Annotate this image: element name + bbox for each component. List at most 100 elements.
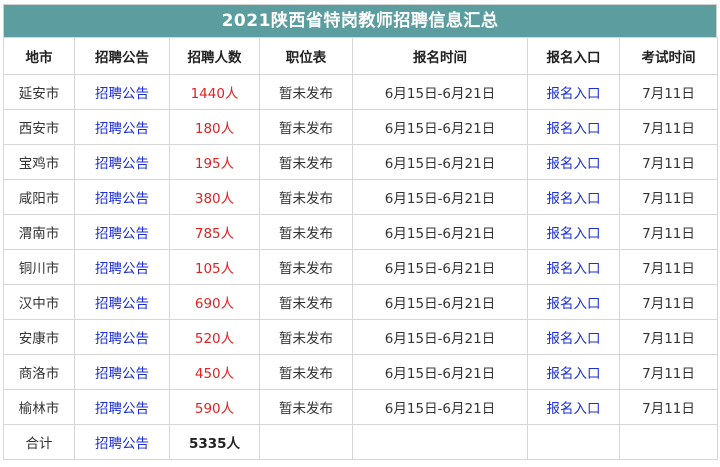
notice-link[interactable]: 招聘公告 (95, 261, 149, 277)
header-reg-time: 报名时间 (352, 37, 528, 75)
total-row: 合计 招聘公告 5335人 (3, 424, 718, 460)
reg-entry-link[interactable]: 报名入口 (547, 296, 601, 312)
count-cell: 1440人 (169, 74, 260, 110)
city-cell: 铜川市 (3, 249, 75, 285)
recruitment-summary: 2021陕西省特岗教师招聘信息汇总 地市 招聘公告 招聘人数 职位表 报名时间 … (3, 4, 718, 460)
notice-link[interactable]: 招聘公告 (95, 86, 149, 102)
notice-link[interactable]: 招聘公告 (95, 191, 149, 207)
empty-cell (527, 424, 620, 460)
reg-entry-cell: 报名入口 (527, 249, 620, 285)
city-cell: 榆林市 (3, 389, 75, 425)
notice-cell: 招聘公告 (74, 179, 170, 215)
exam-time-cell: 7月11日 (619, 109, 718, 145)
city-cell: 西安市 (3, 109, 75, 145)
header-row: 地市 招聘公告 招聘人数 职位表 报名时间 报名入口 考试时间 (3, 37, 718, 75)
notice-cell: 招聘公告 (74, 109, 170, 145)
table-row: 延安市 招聘公告 1440人 暂未发布 6月15日-6月21日 报名入口 7月1… (3, 74, 718, 110)
exam-time-cell: 7月11日 (619, 214, 718, 250)
count-cell: 380人 (169, 179, 260, 215)
reg-entry-link[interactable]: 报名入口 (547, 366, 601, 382)
table-row: 榆林市 招聘公告 590人 暂未发布 6月15日-6月21日 报名入口 7月11… (3, 389, 718, 425)
city-cell: 汉中市 (3, 284, 75, 320)
total-notice-cell: 招聘公告 (74, 424, 170, 460)
positions-cell: 暂未发布 (259, 144, 353, 180)
city-cell: 安康市 (3, 319, 75, 355)
reg-time-cell: 6月15日-6月21日 (352, 284, 528, 320)
positions-cell: 暂未发布 (259, 249, 353, 285)
table-row: 渭南市 招聘公告 785人 暂未发布 6月15日-6月21日 报名入口 7月11… (3, 214, 718, 250)
reg-entry-cell: 报名入口 (527, 389, 620, 425)
reg-entry-link[interactable]: 报名入口 (547, 401, 601, 417)
count-cell: 590人 (169, 389, 260, 425)
notice-cell: 招聘公告 (74, 389, 170, 425)
reg-entry-link[interactable]: 报名入口 (547, 226, 601, 242)
notice-link[interactable]: 招聘公告 (95, 226, 149, 242)
table-row: 商洛市 招聘公告 450人 暂未发布 6月15日-6月21日 报名入口 7月11… (3, 354, 718, 390)
positions-cell: 暂未发布 (259, 284, 353, 320)
reg-time-cell: 6月15日-6月21日 (352, 109, 528, 145)
exam-time-cell: 7月11日 (619, 74, 718, 110)
reg-entry-cell: 报名入口 (527, 179, 620, 215)
city-cell: 渭南市 (3, 214, 75, 250)
notice-cell: 招聘公告 (74, 284, 170, 320)
total-label: 合计 (3, 424, 75, 460)
empty-cell (352, 424, 528, 460)
city-cell: 延安市 (3, 74, 75, 110)
reg-time-cell: 6月15日-6月21日 (352, 214, 528, 250)
header-notice: 招聘公告 (74, 37, 170, 75)
exam-time-cell: 7月11日 (619, 249, 718, 285)
reg-time-cell: 6月15日-6月21日 (352, 179, 528, 215)
notice-link[interactable]: 招聘公告 (95, 121, 149, 137)
city-cell: 宝鸡市 (3, 144, 75, 180)
empty-cell (619, 424, 718, 460)
reg-entry-cell: 报名入口 (527, 74, 620, 110)
reg-time-cell: 6月15日-6月21日 (352, 319, 528, 355)
notice-link[interactable]: 招聘公告 (95, 331, 149, 347)
reg-entry-link[interactable]: 报名入口 (547, 191, 601, 207)
notice-link[interactable]: 招聘公告 (95, 401, 149, 417)
table-row: 铜川市 招聘公告 105人 暂未发布 6月15日-6月21日 报名入口 7月11… (3, 249, 718, 285)
notice-cell: 招聘公告 (74, 144, 170, 180)
reg-entry-cell: 报名入口 (527, 109, 620, 145)
positions-cell: 暂未发布 (259, 389, 353, 425)
reg-time-cell: 6月15日-6月21日 (352, 249, 528, 285)
reg-time-cell: 6月15日-6月21日 (352, 354, 528, 390)
positions-cell: 暂未发布 (259, 319, 353, 355)
notice-cell: 招聘公告 (74, 214, 170, 250)
table-title: 2021陕西省特岗教师招聘信息汇总 (3, 4, 717, 37)
notice-link[interactable]: 招聘公告 (95, 156, 149, 172)
exam-time-cell: 7月11日 (619, 179, 718, 215)
positions-cell: 暂未发布 (259, 354, 353, 390)
notice-link[interactable]: 招聘公告 (95, 296, 149, 312)
header-count: 招聘人数 (169, 37, 260, 75)
reg-entry-link[interactable]: 报名入口 (547, 331, 601, 347)
count-cell: 785人 (169, 214, 260, 250)
recruitment-table: 地市 招聘公告 招聘人数 职位表 报名时间 报名入口 考试时间 延安市 招聘公告… (3, 37, 718, 460)
city-cell: 咸阳市 (3, 179, 75, 215)
positions-cell: 暂未发布 (259, 74, 353, 110)
count-cell: 450人 (169, 354, 260, 390)
reg-entry-link[interactable]: 报名入口 (547, 261, 601, 277)
table-row: 汉中市 招聘公告 690人 暂未发布 6月15日-6月21日 报名入口 7月11… (3, 284, 718, 320)
reg-entry-link[interactable]: 报名入口 (547, 121, 601, 137)
reg-entry-link[interactable]: 报名入口 (547, 86, 601, 102)
city-cell: 商洛市 (3, 354, 75, 390)
header-positions: 职位表 (259, 37, 353, 75)
reg-entry-link[interactable]: 报名入口 (547, 156, 601, 172)
positions-cell: 暂未发布 (259, 109, 353, 145)
count-cell: 690人 (169, 284, 260, 320)
reg-entry-cell: 报名入口 (527, 319, 620, 355)
header-exam-time: 考试时间 (619, 37, 718, 75)
header-reg-entry: 报名入口 (527, 37, 620, 75)
count-cell: 180人 (169, 109, 260, 145)
total-notice-link[interactable]: 招聘公告 (95, 436, 149, 452)
exam-time-cell: 7月11日 (619, 389, 718, 425)
notice-link[interactable]: 招聘公告 (95, 366, 149, 382)
total-count: 5335人 (169, 424, 260, 460)
notice-cell: 招聘公告 (74, 319, 170, 355)
reg-entry-cell: 报名入口 (527, 214, 620, 250)
reg-entry-cell: 报名入口 (527, 144, 620, 180)
empty-cell (259, 424, 353, 460)
exam-time-cell: 7月11日 (619, 144, 718, 180)
reg-time-cell: 6月15日-6月21日 (352, 74, 528, 110)
